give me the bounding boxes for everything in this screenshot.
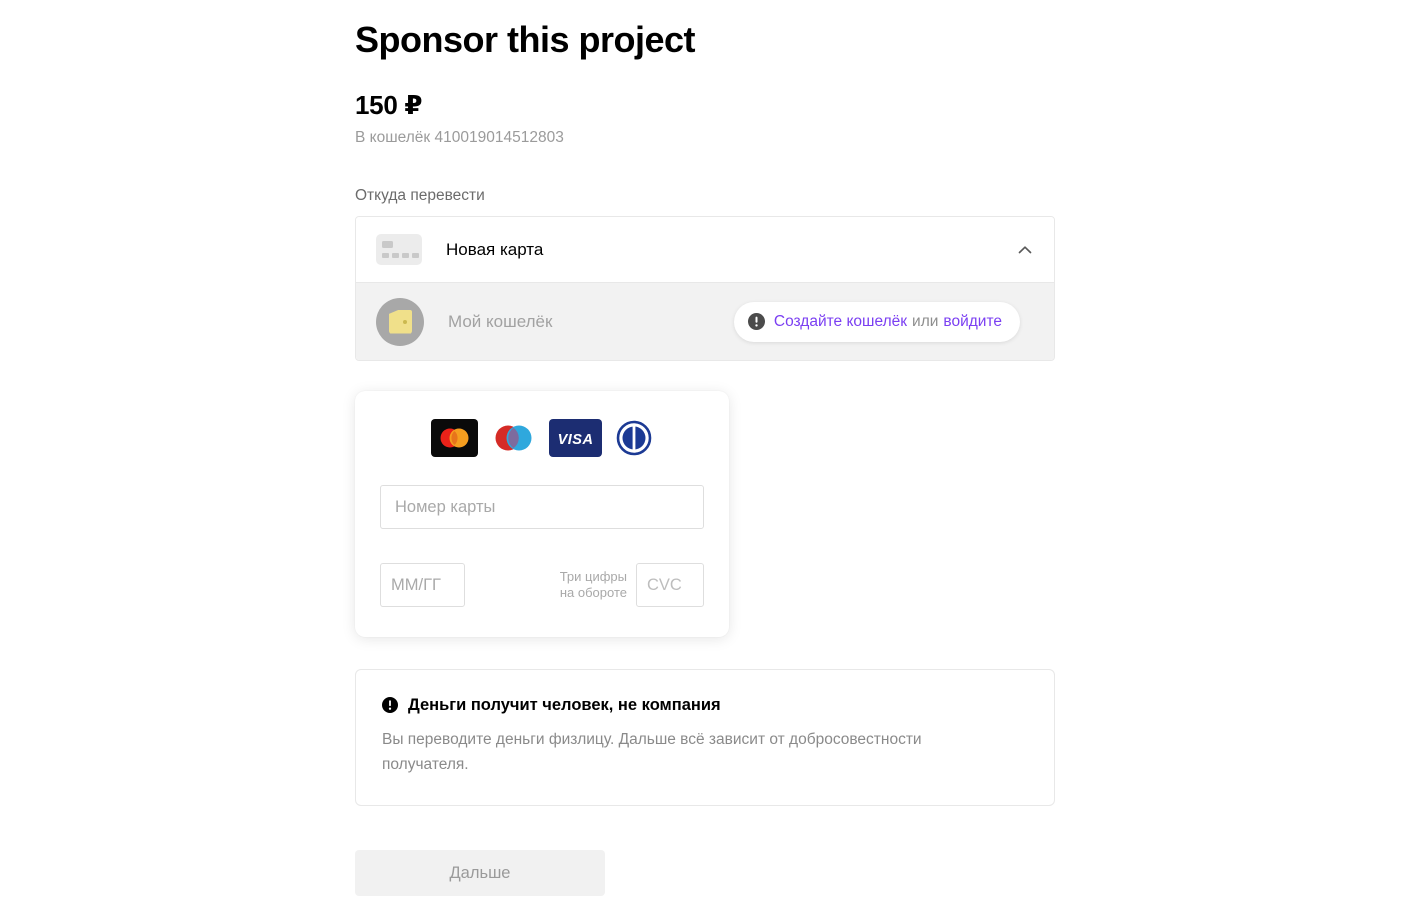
wallet-hint-badge: Создайте кошелёк или войдите [733, 301, 1020, 342]
source-section-label: Откуда перевести [355, 187, 485, 204]
source-option-new-card-label: Новая карта [446, 239, 544, 259]
cvc-hint-text: Три цифры на обороте [559, 569, 627, 600]
amount-value: 150 ₽ [355, 90, 423, 120]
login-link[interactable]: войдите [943, 313, 1002, 331]
source-option-wallet[interactable]: Мой кошелёк Создайте кошелёк или войдите [356, 282, 1054, 360]
chevron-up-icon[interactable] [1016, 241, 1034, 259]
page-title: Sponsor this project [355, 19, 696, 60]
diners-club-logo [616, 420, 651, 456]
hint-separator: или [912, 312, 939, 330]
sponsor-payment-page: Sponsor this project 150 ₽ В кошелёк 410… [0, 0, 1416, 897]
recipient-warning-notice: Деньги получит человек, не компания Вы п… [355, 669, 1055, 806]
maestro-logo [495, 425, 531, 451]
cvc-group: Три цифры на обороте [560, 563, 704, 607]
continue-button[interactable]: Дальше [355, 850, 605, 896]
mastercard-logo [430, 419, 478, 457]
card-cvc-input[interactable] [636, 563, 704, 607]
svg-text:VISA: VISA [557, 432, 593, 448]
create-wallet-link[interactable]: Создайте кошелёк [774, 313, 907, 331]
notice-body-text: Вы переводите деньги физлицу. Дальше всё… [382, 731, 922, 773]
credit-card-icon [376, 234, 422, 265]
source-option-new-card[interactable]: Новая карта [356, 217, 1054, 282]
page-content: Sponsor this project 150 ₽ В кошелёк 410… [355, 0, 1055, 896]
card-number-input[interactable] [380, 485, 704, 529]
source-option-wallet-label: Мой кошелёк [448, 311, 553, 331]
card-expiry-input[interactable] [380, 563, 465, 607]
expiry-cvc-row: Три цифры на обороте [380, 563, 704, 607]
notice-title-row: Деньги получит человек, не компания [382, 694, 1028, 716]
source-selector-panel: Новая карта Мой кошелёк Создайте кошелёк… [355, 216, 1055, 361]
exclamation-circle-icon [747, 313, 765, 330]
card-entry-form: VISA Три цифры на обороте [355, 391, 729, 637]
exclamation-circle-icon [382, 697, 398, 713]
destination-wallet-text: В кошелёк 410019014512803 [355, 129, 564, 146]
notice-title-text: Деньги получит человек, не компания [408, 696, 721, 714]
visa-logo: VISA [548, 419, 602, 457]
accepted-card-brands: VISA [380, 419, 704, 457]
wallet-icon [376, 297, 424, 346]
